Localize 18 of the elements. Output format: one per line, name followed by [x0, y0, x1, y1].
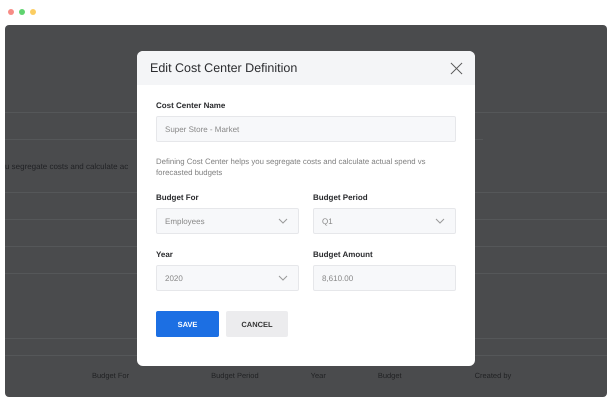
dropdown[interactable]: 2020: [156, 265, 299, 291]
close-dot-icon[interactable]: [8, 9, 14, 15]
chevron-down-icon: [435, 218, 445, 224]
field-label: Budget Period: [313, 193, 369, 203]
chevron-down-icon: [278, 275, 288, 281]
zoom-dot-icon[interactable]: [30, 9, 36, 15]
dropdown[interactable]: Q1: [313, 208, 456, 234]
chevron-down-icon: [278, 218, 288, 224]
close-icon[interactable]: [450, 62, 463, 74]
field-label: Budget For: [156, 193, 200, 203]
field-label: Budget Amount: [313, 250, 374, 260]
field-label: Cost Center Name: [156, 101, 226, 111]
dialog-title: Edit Cost Center Definition: [150, 61, 298, 75]
input-field[interactable]: 8,610.00: [313, 265, 456, 291]
minimize-dot-icon[interactable]: [19, 9, 25, 15]
field-label: Year: [156, 250, 174, 260]
dropdown[interactable]: Employees: [156, 208, 299, 234]
input-field[interactable]: Super Store - Market: [156, 116, 456, 142]
